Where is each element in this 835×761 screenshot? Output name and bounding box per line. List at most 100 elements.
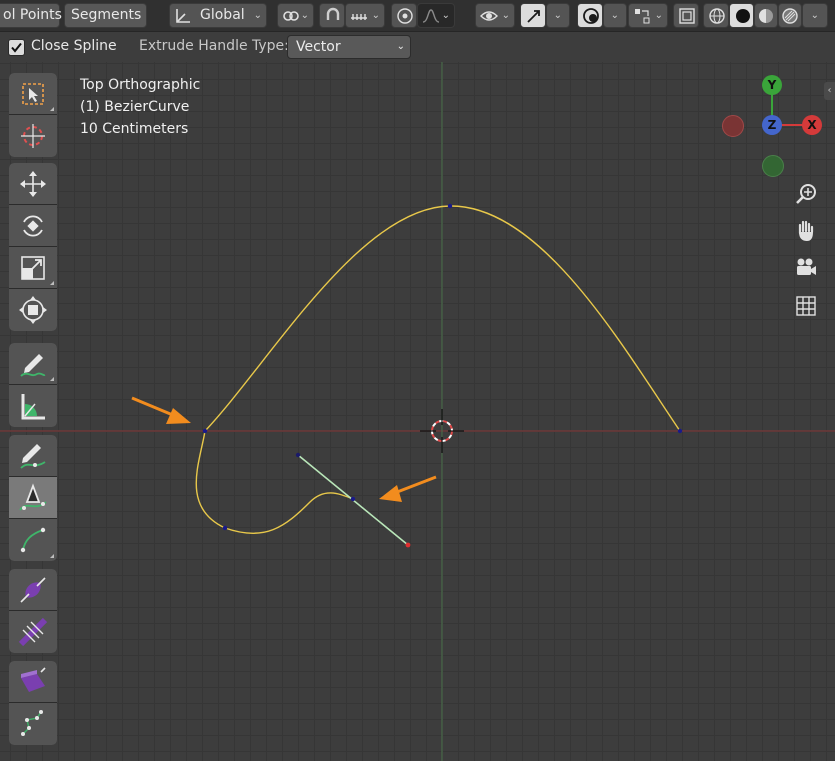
control-point[interactable] (447, 203, 453, 209)
chevron-down-icon: ⌄ (553, 10, 562, 21)
gizmo-axis-y[interactable]: Y (762, 75, 782, 95)
gizmo-arrow-icon (527, 10, 540, 23)
tool-move[interactable] (9, 163, 57, 205)
view-name: Top Orthographic (80, 77, 201, 93)
pivot-point-dropdown[interactable]: ⌄ (277, 3, 314, 28)
control-point[interactable] (202, 428, 208, 434)
measure-ruler-icon (21, 394, 45, 420)
toolbar-group-extrude (9, 661, 57, 745)
wireframe-sphere-icon (709, 8, 725, 24)
gizmo-neg-x[interactable] (722, 115, 744, 137)
more-tools-indicator (50, 377, 54, 381)
proportional-falloff-dropdown[interactable]: ⌄ (417, 3, 455, 28)
radius-icon (20, 577, 46, 603)
tool-rotate[interactable] (9, 205, 57, 247)
tool-draw[interactable] (9, 435, 57, 477)
handle-point-left[interactable] (295, 452, 301, 458)
close-spline-checkbox[interactable] (8, 39, 25, 56)
xray-icon (679, 8, 695, 24)
control-point-selected[interactable] (350, 496, 356, 502)
curve-icon (20, 527, 46, 553)
close-spline-label[interactable]: Close Spline (31, 38, 117, 54)
tool-tilt[interactable] (9, 611, 57, 653)
gizmo-axis-z[interactable]: Z (762, 115, 782, 135)
extrude-handle-type-dropdown[interactable]: Vector ⌄ (287, 35, 411, 59)
curve-pen-icon (19, 483, 47, 511)
tool-extrude[interactable] (9, 661, 57, 703)
chevron-down-icon: ⌄ (371, 10, 380, 21)
vertex-select-icon (635, 9, 650, 24)
shading-rendered-button[interactable] (778, 3, 802, 28)
pan-hand-icon[interactable] (794, 219, 818, 243)
chevron-down-icon: ⌄ (610, 10, 619, 21)
grid-view-icon[interactable] (794, 294, 818, 318)
tool-cursor[interactable] (9, 115, 57, 157)
zoom-icon[interactable] (794, 182, 818, 206)
control-point[interactable] (222, 525, 228, 531)
3d-viewport[interactable]: Top Orthographic (1) BezierCurve 10 Cent… (0, 62, 835, 761)
visibility-dropdown[interactable]: ⌄ (475, 3, 515, 28)
toolbar-group-radius (9, 569, 57, 653)
pivot-link-icon (283, 11, 299, 21)
tool-randomize[interactable] (9, 703, 57, 745)
shading-options-dropdown[interactable]: ⌄ (802, 3, 828, 28)
shading-wireframe-button[interactable] (703, 3, 729, 28)
xray-toggle-button[interactable] (673, 3, 699, 28)
show-overlays-button[interactable] (577, 3, 603, 28)
toolbar-group-select (9, 73, 57, 157)
tool-pen[interactable] (9, 477, 57, 519)
eye-icon (480, 11, 498, 21)
tool-radius[interactable] (9, 569, 57, 611)
tool-scale[interactable] (9, 247, 57, 289)
randomize-vertices-icon (21, 710, 43, 736)
toolbar-group-transform (9, 163, 57, 331)
proportional-edit-icon (397, 8, 413, 24)
falloff-curve-icon (422, 9, 440, 23)
transform-orientation-dropdown[interactable]: Global ⌄ (169, 3, 267, 28)
viewport-scene (0, 62, 835, 761)
checkmark-icon (11, 42, 22, 53)
shading-solid-button[interactable] (729, 3, 754, 28)
tab-segments-label: Segments (71, 7, 142, 23)
toolbar-group-annotate (9, 343, 57, 427)
gizmo-options-dropdown[interactable]: ⌄ (546, 3, 570, 28)
control-point[interactable] (677, 428, 683, 434)
move-icon (20, 171, 46, 197)
gizmo-axis-x[interactable]: X (802, 115, 822, 135)
mesh-edit-overlays-dropdown[interactable]: ⌄ (628, 3, 668, 28)
solid-sphere-icon (736, 9, 750, 23)
tab-control-points[interactable]: ol Points (0, 3, 62, 28)
tab-control-points-label: ol Points (3, 7, 62, 23)
bezier-curve-segment[interactable] (195, 430, 354, 535)
rendered-sphere-icon (782, 8, 798, 24)
snap-increment-icon (351, 14, 367, 20)
gizmo-z-label: Z (767, 118, 777, 132)
viewport-info-overlay: Top Orthographic (1) BezierCurve 10 Cent… (80, 74, 200, 140)
sidebar-toggle-button[interactable]: ‹ (824, 82, 835, 100)
scale-icon (21, 256, 45, 280)
annotation-arrow-right (379, 475, 437, 502)
tool-select-box[interactable] (9, 73, 57, 115)
show-gizmo-button[interactable] (520, 3, 546, 28)
tool-curve-pen[interactable] (9, 519, 57, 561)
tab-segments[interactable]: Segments (64, 3, 147, 28)
more-tools-indicator (50, 107, 54, 111)
camera-icon[interactable] (794, 256, 818, 280)
snap-target-dropdown[interactable]: ⌄ (345, 3, 385, 28)
tool-measure[interactable] (9, 385, 57, 427)
extrude-handle-type-label: Extrude Handle Type: (139, 38, 289, 54)
transform-icon (19, 296, 47, 324)
gizmo-neg-y[interactable] (762, 155, 784, 177)
tool-annotate[interactable] (9, 343, 57, 385)
shading-material-button[interactable] (754, 3, 778, 28)
chevron-down-icon: ⌄ (441, 10, 450, 21)
snap-toggle-button[interactable] (319, 3, 345, 28)
annotate-pencil-icon (20, 354, 46, 377)
tool-transform[interactable] (9, 289, 57, 331)
overlays-icon (583, 8, 599, 24)
annotation-arrow-left (131, 396, 191, 424)
handle-point-right[interactable] (405, 542, 411, 548)
proportional-editing-button[interactable] (391, 3, 417, 28)
overlays-options-dropdown[interactable]: ⌄ (603, 3, 627, 28)
extrude-icon (21, 667, 46, 692)
